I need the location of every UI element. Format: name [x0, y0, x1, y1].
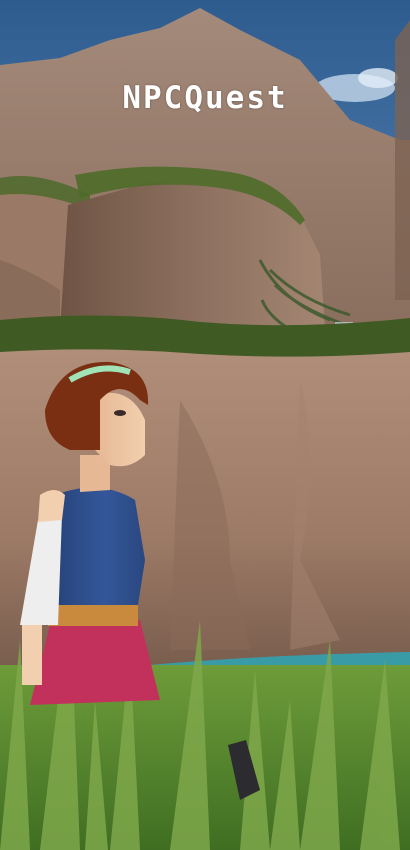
- scene-render: [0, 0, 410, 850]
- character-skirt: [30, 620, 160, 705]
- game-viewport[interactable]: NPCQuest: [0, 0, 410, 850]
- game-title: NPCQuest: [122, 80, 288, 116]
